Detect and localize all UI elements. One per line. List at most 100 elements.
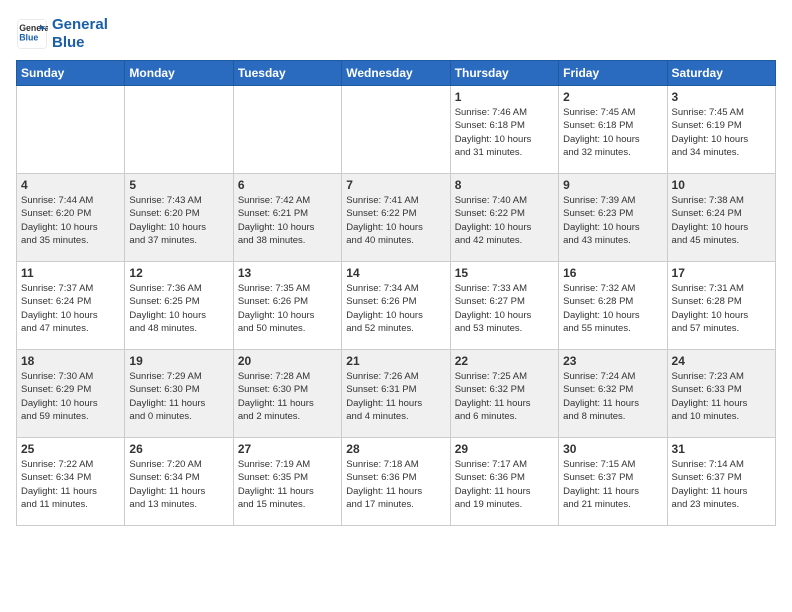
- day-info: Sunrise: 7:39 AM Sunset: 6:23 PM Dayligh…: [563, 194, 662, 247]
- day-number: 28: [346, 442, 445, 456]
- day-number: 7: [346, 178, 445, 192]
- calendar-day-cell: 12 Sunrise: 7:36 AM Sunset: 6:25 PM Dayli…: [125, 262, 233, 350]
- calendar-day-cell: 13 Sunrise: 7:35 AM Sunset: 6:26 PM Dayli…: [233, 262, 341, 350]
- day-of-week-header: Monday: [125, 61, 233, 86]
- calendar-day-cell: 15 Sunrise: 7:33 AM Sunset: 6:27 PM Dayli…: [450, 262, 558, 350]
- day-number: 14: [346, 266, 445, 280]
- day-number: 9: [563, 178, 662, 192]
- day-info: Sunrise: 7:23 AM Sunset: 6:33 PM Dayligh…: [672, 370, 771, 423]
- day-info: Sunrise: 7:41 AM Sunset: 6:22 PM Dayligh…: [346, 194, 445, 247]
- day-info: Sunrise: 7:20 AM Sunset: 6:34 PM Dayligh…: [129, 458, 228, 511]
- calendar-day-cell: 22Sunrise: 7:25 AM Sunset: 6:32 PM Dayli…: [450, 350, 558, 438]
- calendar-day-cell: [125, 86, 233, 174]
- day-info: Sunrise: 7:28 AM Sunset: 6:30 PM Dayligh…: [238, 370, 337, 423]
- day-number: 18: [21, 354, 120, 368]
- day-number: 25: [21, 442, 120, 456]
- calendar-day-cell: 17 Sunrise: 7:31 AM Sunset: 6:28 PM Dayli…: [667, 262, 775, 350]
- day-info: Sunrise: 7:31 AM Sunset: 6:28 PM Dayligh…: [672, 282, 771, 335]
- day-of-week-header: Thursday: [450, 61, 558, 86]
- calendar-day-cell: 4Sunrise: 7:44 AM Sunset: 6:20 PM Daylig…: [17, 174, 125, 262]
- day-number: 3: [672, 90, 771, 104]
- calendar-day-cell: 8 Sunrise: 7:40 AM Sunset: 6:22 PM Daylig…: [450, 174, 558, 262]
- calendar-day-cell: 3 Sunrise: 7:45 AM Sunset: 6:19 PM Daylig…: [667, 86, 775, 174]
- day-number: 20: [238, 354, 337, 368]
- day-of-week-header: Friday: [559, 61, 667, 86]
- day-info: Sunrise: 7:43 AM Sunset: 6:20 PM Dayligh…: [129, 194, 228, 247]
- calendar-day-cell: 23Sunrise: 7:24 AM Sunset: 6:32 PM Dayli…: [559, 350, 667, 438]
- svg-text:Blue: Blue: [19, 32, 38, 42]
- day-info: Sunrise: 7:46 AM Sunset: 6:18 PM Dayligh…: [455, 106, 554, 159]
- day-number: 2: [563, 90, 662, 104]
- day-info: Sunrise: 7:14 AM Sunset: 6:37 PM Dayligh…: [672, 458, 771, 511]
- day-number: 5: [129, 178, 228, 192]
- day-info: Sunrise: 7:38 AM Sunset: 6:24 PM Dayligh…: [672, 194, 771, 247]
- day-of-week-header: Tuesday: [233, 61, 341, 86]
- logo-icon: General Blue: [16, 18, 48, 50]
- day-number: 27: [238, 442, 337, 456]
- day-number: 4: [21, 178, 120, 192]
- day-number: 15: [455, 266, 554, 280]
- calendar-day-cell: 29 Sunrise: 7:17 AM Sunset: 6:36 PM Dayli…: [450, 438, 558, 526]
- day-info: Sunrise: 7:33 AM Sunset: 6:27 PM Dayligh…: [455, 282, 554, 335]
- day-number: 31: [672, 442, 771, 456]
- day-info: Sunrise: 7:19 AM Sunset: 6:35 PM Dayligh…: [238, 458, 337, 511]
- day-of-week-header: Wednesday: [342, 61, 450, 86]
- day-number: 12: [129, 266, 228, 280]
- day-info: Sunrise: 7:40 AM Sunset: 6:22 PM Dayligh…: [455, 194, 554, 247]
- day-info: Sunrise: 7:42 AM Sunset: 6:21 PM Dayligh…: [238, 194, 337, 247]
- calendar-day-cell: 11 Sunrise: 7:37 AM Sunset: 6:24 PM Dayli…: [17, 262, 125, 350]
- calendar-day-cell: 18Sunrise: 7:30 AM Sunset: 6:29 PM Dayli…: [17, 350, 125, 438]
- day-info: Sunrise: 7:17 AM Sunset: 6:36 PM Dayligh…: [455, 458, 554, 511]
- page-header: General Blue GeneralBlue: [16, 16, 776, 52]
- calendar-week-row: 4Sunrise: 7:44 AM Sunset: 6:20 PM Daylig…: [17, 174, 776, 262]
- day-number: 1: [455, 90, 554, 104]
- day-info: Sunrise: 7:29 AM Sunset: 6:30 PM Dayligh…: [129, 370, 228, 423]
- calendar-day-cell: 24 Sunrise: 7:23 AM Sunset: 6:33 PM Dayli…: [667, 350, 775, 438]
- day-info: Sunrise: 7:34 AM Sunset: 6:26 PM Dayligh…: [346, 282, 445, 335]
- calendar-day-cell: 31 Sunrise: 7:14 AM Sunset: 6:37 PM Dayli…: [667, 438, 775, 526]
- calendar-day-cell: 7 Sunrise: 7:41 AM Sunset: 6:22 PM Daylig…: [342, 174, 450, 262]
- calendar-day-cell: 19 Sunrise: 7:29 AM Sunset: 6:30 PM Dayli…: [125, 350, 233, 438]
- day-info: Sunrise: 7:25 AM Sunset: 6:32 PM Dayligh…: [455, 370, 554, 423]
- day-number: 19: [129, 354, 228, 368]
- calendar-day-cell: 30Sunrise: 7:15 AM Sunset: 6:37 PM Dayli…: [559, 438, 667, 526]
- calendar-day-cell: 27 Sunrise: 7:19 AM Sunset: 6:35 PM Dayli…: [233, 438, 341, 526]
- day-number: 17: [672, 266, 771, 280]
- calendar-day-cell: 21 Sunrise: 7:26 AM Sunset: 6:31 PM Dayli…: [342, 350, 450, 438]
- calendar-day-cell: 25Sunrise: 7:22 AM Sunset: 6:34 PM Dayli…: [17, 438, 125, 526]
- day-info: Sunrise: 7:15 AM Sunset: 6:37 PM Dayligh…: [563, 458, 662, 511]
- calendar-day-cell: [233, 86, 341, 174]
- day-info: Sunrise: 7:32 AM Sunset: 6:28 PM Dayligh…: [563, 282, 662, 335]
- calendar-week-row: 1 Sunrise: 7:46 AM Sunset: 6:18 PM Daylig…: [17, 86, 776, 174]
- day-of-week-header: Saturday: [667, 61, 775, 86]
- calendar-header-row: SundayMondayTuesdayWednesdayThursdayFrid…: [17, 61, 776, 86]
- calendar-day-cell: 14 Sunrise: 7:34 AM Sunset: 6:26 PM Dayli…: [342, 262, 450, 350]
- day-info: Sunrise: 7:37 AM Sunset: 6:24 PM Dayligh…: [21, 282, 120, 335]
- calendar-day-cell: 9 Sunrise: 7:39 AM Sunset: 6:23 PM Daylig…: [559, 174, 667, 262]
- calendar-day-cell: [342, 86, 450, 174]
- day-info: Sunrise: 7:26 AM Sunset: 6:31 PM Dayligh…: [346, 370, 445, 423]
- calendar-day-cell: 28Sunrise: 7:18 AM Sunset: 6:36 PM Dayli…: [342, 438, 450, 526]
- day-number: 26: [129, 442, 228, 456]
- day-info: Sunrise: 7:35 AM Sunset: 6:26 PM Dayligh…: [238, 282, 337, 335]
- day-number: 24: [672, 354, 771, 368]
- day-number: 29: [455, 442, 554, 456]
- day-info: Sunrise: 7:45 AM Sunset: 6:19 PM Dayligh…: [672, 106, 771, 159]
- day-number: 6: [238, 178, 337, 192]
- day-number: 16: [563, 266, 662, 280]
- calendar-day-cell: 16 Sunrise: 7:32 AM Sunset: 6:28 PM Dayli…: [559, 262, 667, 350]
- day-number: 10: [672, 178, 771, 192]
- day-number: 21: [346, 354, 445, 368]
- day-number: 8: [455, 178, 554, 192]
- day-number: 11: [21, 266, 120, 280]
- day-info: Sunrise: 7:45 AM Sunset: 6:18 PM Dayligh…: [563, 106, 662, 159]
- calendar-day-cell: 10 Sunrise: 7:38 AM Sunset: 6:24 PM Dayli…: [667, 174, 775, 262]
- day-number: 13: [238, 266, 337, 280]
- day-number: 23: [563, 354, 662, 368]
- day-info: Sunrise: 7:36 AM Sunset: 6:25 PM Dayligh…: [129, 282, 228, 335]
- calendar-day-cell: 2 Sunrise: 7:45 AM Sunset: 6:18 PM Daylig…: [559, 86, 667, 174]
- calendar-week-row: 11 Sunrise: 7:37 AM Sunset: 6:24 PM Dayli…: [17, 262, 776, 350]
- calendar-week-row: 18Sunrise: 7:30 AM Sunset: 6:29 PM Dayli…: [17, 350, 776, 438]
- calendar-day-cell: 26 Sunrise: 7:20 AM Sunset: 6:34 PM Dayli…: [125, 438, 233, 526]
- calendar-table: SundayMondayTuesdayWednesdayThursdayFrid…: [16, 60, 776, 526]
